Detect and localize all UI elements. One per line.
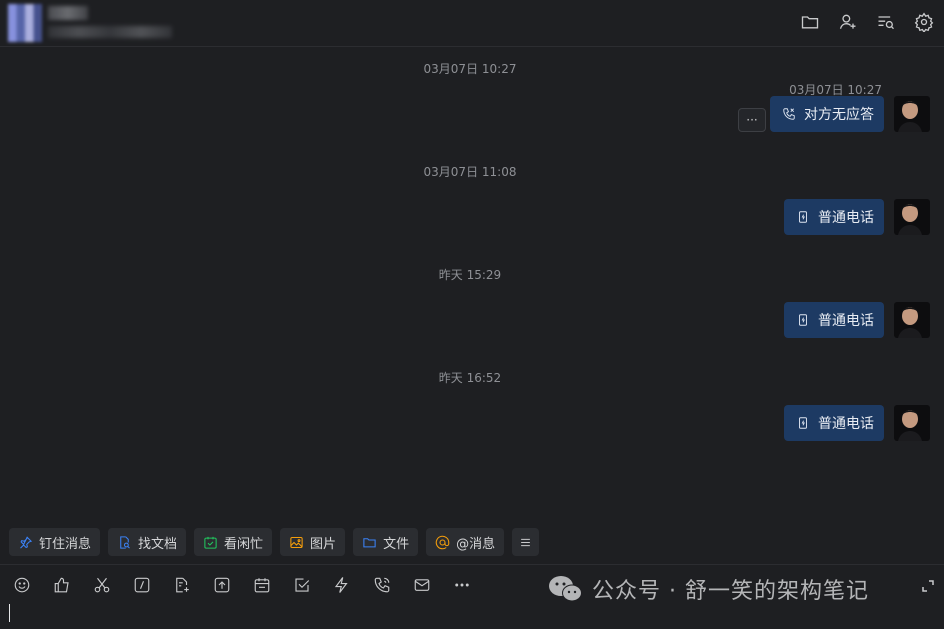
message-row: 普通电话 [784, 302, 930, 338]
my-avatar[interactable] [894, 96, 930, 132]
watermark-text: 公众号 · 舒一笑的架构笔记 [592, 579, 869, 604]
add-user-icon[interactable] [836, 10, 860, 34]
header-actions [798, 10, 936, 34]
my-avatar[interactable] [894, 405, 930, 441]
scissors-icon[interactable] [92, 574, 112, 596]
search-history-icon[interactable] [874, 10, 898, 34]
quick-action-label: 看闲忙 [224, 536, 264, 552]
call-status-text: 普通电话 [818, 210, 874, 226]
composer-divider [0, 564, 944, 565]
text-input-caret[interactable] [9, 604, 10, 622]
emoji-icon[interactable] [12, 574, 32, 596]
phone-icon[interactable] [372, 574, 392, 596]
phone-call-icon [799, 211, 807, 223]
more-options-button[interactable]: ··· [738, 108, 766, 132]
call-status-text: 对方无应答 [804, 107, 874, 123]
message-timestamp: 03月07日 10:27 [423, 62, 517, 76]
at-icon [435, 535, 450, 549]
call-bubble[interactable]: 普通电话 [784, 405, 884, 441]
more-icon[interactable] [452, 574, 472, 596]
message-row: 普通电话 [784, 199, 930, 235]
call-status-text: 普通电话 [818, 313, 874, 329]
wechat-logo-icon [549, 576, 582, 602]
availability-button[interactable]: 看闲忙 [194, 528, 273, 556]
find-doc-button[interactable]: 找文档 [108, 528, 187, 556]
thumbs-up-icon[interactable] [52, 574, 72, 596]
settings-icon[interactable] [912, 10, 936, 34]
message-timestamp: 03月07日 11:08 [423, 165, 517, 179]
menu-icon [521, 538, 530, 546]
contact-avatar[interactable] [8, 4, 42, 42]
contact-name-blurred [48, 6, 88, 20]
my-avatar[interactable] [894, 302, 930, 338]
upload-icon[interactable] [212, 574, 232, 596]
contact-subtitle-blurred [48, 26, 172, 38]
pin-message-button[interactable]: 钉住消息 [9, 528, 101, 556]
quick-action-label: 文件 [383, 536, 410, 552]
doc-add-icon[interactable] [172, 574, 192, 596]
image-icon [290, 536, 303, 548]
message-row: ··· 对方无应答 [738, 96, 930, 132]
phone-call-icon [799, 314, 807, 326]
quick-action-label: 找文档 [138, 536, 178, 552]
mail-icon[interactable] [412, 574, 432, 596]
quick-actions-bar: 钉住消息 找文档 看闲忙 图片 文件 @消息 [9, 528, 540, 556]
calendar-check-icon [204, 536, 217, 549]
composer-toolbar [12, 574, 472, 596]
file-button[interactable]: 文件 [353, 528, 419, 556]
image-button[interactable]: 图片 [280, 528, 346, 556]
quick-action-label: 钉住消息 [39, 536, 92, 552]
find-doc-icon [120, 535, 130, 549]
phone-missed-icon [783, 108, 795, 120]
folder-icon[interactable] [798, 10, 822, 34]
call-status-text: 普通电话 [818, 416, 874, 432]
pin-icon [20, 535, 33, 549]
wechat-watermark: 公众号 · 舒一笑的架构笔记 [548, 573, 869, 605]
quick-action-label: 图片 [310, 536, 337, 552]
quick-action-label: @消息 [456, 536, 496, 552]
phone-call-icon [799, 417, 807, 429]
calendar-icon[interactable] [252, 574, 272, 596]
checkbox-icon[interactable] [292, 574, 312, 596]
message-timestamp: 昨天 16:52 [438, 371, 502, 385]
lightning-icon[interactable] [332, 574, 352, 596]
expand-corner-icon[interactable] [920, 578, 936, 594]
call-bubble[interactable]: 对方无应答 [770, 96, 884, 132]
my-avatar[interactable] [894, 199, 930, 235]
message-row: 普通电话 [784, 405, 930, 441]
slash-command-icon[interactable] [132, 574, 152, 596]
call-bubble[interactable]: 普通电话 [784, 199, 884, 235]
mention-button[interactable]: @消息 [426, 528, 505, 556]
chat-header [0, 0, 944, 47]
quick-actions-menu-button[interactable] [512, 528, 540, 556]
call-bubble[interactable]: 普通电话 [784, 302, 884, 338]
folder-icon [363, 537, 376, 547]
message-timestamp: 昨天 15:29 [438, 268, 502, 282]
